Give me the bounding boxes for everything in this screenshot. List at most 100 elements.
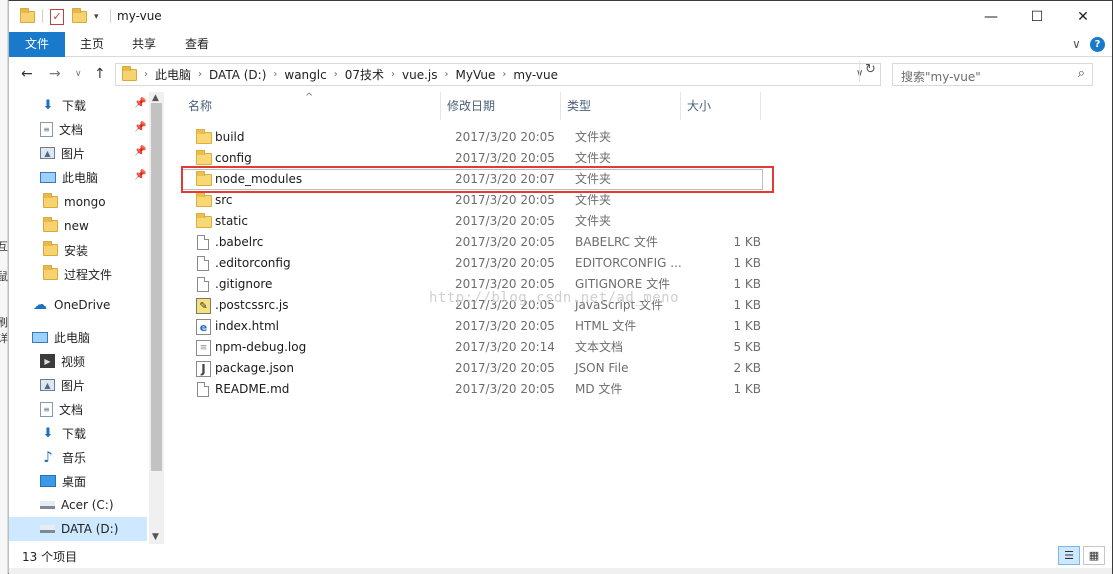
chevron-right-icon[interactable]: › bbox=[502, 69, 506, 80]
new-folder-icon[interactable] bbox=[72, 8, 87, 26]
scroll-up-icon[interactable]: ▲ bbox=[152, 93, 159, 103]
table-row[interactable]: J package.json 2017/3/20 20:05 JSON File… bbox=[182, 358, 767, 379]
file-size: 1 KB bbox=[733, 277, 761, 291]
nav-item-install[interactable]: 安装 bbox=[9, 238, 147, 262]
table-row[interactable]: .editorconfig 2017/3/20 20:05 EDITORCONF… bbox=[182, 253, 767, 274]
table-row[interactable]: static 2017/3/20 20:05 文件夹 bbox=[182, 211, 767, 232]
table-row[interactable]: e index.html 2017/3/20 20:05 HTML 文件 1 K… bbox=[182, 316, 767, 337]
pin-icon[interactable]: 📌 bbox=[134, 98, 146, 109]
nav-item-documents-pinned[interactable]: ≡ 文档 bbox=[9, 117, 147, 141]
pin-icon[interactable]: 📌 bbox=[134, 122, 146, 133]
nav-item-label: 音乐 bbox=[62, 450, 87, 465]
tab-view[interactable]: 查看 bbox=[180, 32, 214, 57]
scroll-down-icon[interactable]: ▼ bbox=[152, 532, 159, 542]
file-type: EDITORCONFIG ... bbox=[575, 256, 682, 270]
file-date: 2017/3/20 20:05 bbox=[455, 193, 555, 207]
tab-file[interactable]: 文件 bbox=[9, 32, 65, 57]
chevron-right-icon[interactable]: › bbox=[334, 69, 338, 80]
column-header-date[interactable]: 修改日期 bbox=[441, 92, 561, 120]
help-icon[interactable]: ? bbox=[1090, 37, 1105, 52]
chevron-right-icon[interactable]: › bbox=[198, 69, 202, 80]
nav-item-label: 过程文件 bbox=[64, 267, 113, 282]
nav-item-downloads-pinned[interactable]: ⬇ 下载 bbox=[9, 93, 147, 117]
file-type: 文件夹 bbox=[575, 214, 612, 228]
breadcrumb-item[interactable]: 此电脑 bbox=[155, 66, 191, 83]
column-header-type[interactable]: 类型 bbox=[561, 92, 681, 120]
forward-arrow-icon[interactable]: → bbox=[49, 66, 61, 82]
chevron-right-icon[interactable]: › bbox=[273, 69, 277, 80]
nav-item-mongo[interactable]: mongo bbox=[9, 190, 147, 214]
chevron-right-icon[interactable]: › bbox=[445, 69, 449, 80]
refresh-icon[interactable]: ↻ bbox=[859, 61, 881, 82]
nav-item-label: 视频 bbox=[61, 354, 86, 369]
table-row[interactable]: build 2017/3/20 20:05 文件夹 bbox=[182, 127, 767, 148]
nav-item-label: 此电脑 bbox=[54, 330, 91, 345]
search-input[interactable]: 搜索"my-vue" bbox=[901, 68, 981, 85]
address-bar[interactable]: › 此电脑 › DATA (D:) › wanglc › 07技术 › vue.… bbox=[115, 63, 881, 86]
file-date: 2017/3/20 20:05 bbox=[455, 235, 555, 249]
nav-item-desktop[interactable]: 桌面 bbox=[9, 469, 147, 493]
file-list: 名称 ^ 修改日期 类型 大小 build 2017/3/20 20:05 文件… bbox=[172, 92, 1112, 544]
nav-item-new[interactable]: new bbox=[9, 214, 147, 238]
nav-item-music[interactable]: ♪ 音乐 bbox=[9, 445, 147, 469]
file-type: MD 文件 bbox=[575, 382, 623, 396]
annotation-highlight-box bbox=[181, 166, 774, 193]
breadcrumb-item[interactable]: DATA (D:) bbox=[209, 68, 266, 82]
file-type: JSON File bbox=[575, 361, 629, 375]
search-icon[interactable]: ⌕ bbox=[1078, 66, 1085, 81]
nav-item-pictures-pinned[interactable]: ▲ 图片 bbox=[9, 141, 147, 165]
picture-icon: ▲ bbox=[40, 147, 55, 159]
breadcrumb-item[interactable]: vue.js bbox=[402, 68, 438, 82]
table-row[interactable]: .babelrc 2017/3/20 20:05 BABELRC 文件 1 KB bbox=[182, 232, 767, 253]
table-row[interactable]: README.md 2017/3/20 20:05 MD 文件 1 KB bbox=[182, 379, 767, 400]
nav-item-process-files[interactable]: 过程文件 bbox=[9, 262, 147, 286]
up-arrow-icon[interactable]: ↑ bbox=[94, 66, 106, 82]
breadcrumb-item[interactable]: 07技术 bbox=[345, 66, 384, 83]
large-icons-view-icon[interactable]: ▦ bbox=[1083, 546, 1105, 565]
file-size: 1 KB bbox=[733, 256, 761, 270]
nav-item-downloads[interactable]: ⬇ 下载 bbox=[9, 421, 147, 445]
nav-scrollbar-thumb[interactable] bbox=[151, 103, 162, 471]
pin-icon[interactable]: 📌 bbox=[134, 170, 146, 181]
file-type: 文件夹 bbox=[575, 193, 612, 207]
tab-share[interactable]: 共享 bbox=[127, 32, 161, 57]
recent-locations-icon[interactable]: ∨ bbox=[75, 69, 82, 79]
breadcrumb-item[interactable]: MyVue bbox=[456, 68, 496, 82]
folder-icon bbox=[42, 217, 58, 233]
nav-item-drive-c[interactable]: Acer (C:) bbox=[9, 493, 147, 517]
pin-icon[interactable]: 📌 bbox=[134, 146, 146, 157]
table-row[interactable]: ≡ npm-debug.log 2017/3/20 20:14 文本文档 5 K… bbox=[182, 337, 767, 358]
nav-item-drive-d[interactable]: DATA (D:) bbox=[9, 517, 147, 541]
maximize-button[interactable]: ☐ bbox=[1014, 1, 1060, 32]
back-arrow-icon[interactable]: ← bbox=[21, 66, 33, 82]
file-date: 2017/3/20 20:05 bbox=[455, 256, 555, 270]
ribbon-expand-icon[interactable]: ∨ bbox=[1072, 37, 1081, 51]
breadcrumb-item[interactable]: my-vue bbox=[513, 68, 558, 82]
nav-item-onedrive[interactable]: ☁ OneDrive bbox=[9, 293, 147, 317]
tab-home[interactable]: 主页 bbox=[75, 32, 109, 57]
chevron-right-icon[interactable]: › bbox=[144, 69, 148, 80]
nav-item-this-pc-pinned[interactable]: 此电脑 bbox=[9, 165, 147, 189]
details-view-icon[interactable]: ☰ bbox=[1058, 546, 1080, 565]
nav-item-pictures[interactable]: ▲ 图片 bbox=[9, 373, 147, 397]
file-size bbox=[684, 190, 761, 211]
close-button[interactable]: ✕ bbox=[1060, 1, 1106, 32]
nav-item-this-pc[interactable]: 此电脑 bbox=[9, 325, 147, 349]
file-explorer-window: ✓ ▾ my-vue — ☐ ✕ 文件 主页 共享 查看 ∨ ? ← → ∨ ↑… bbox=[8, 0, 1113, 574]
nav-item-videos[interactable]: ▶ 视频 bbox=[9, 349, 147, 373]
window-title: my-vue bbox=[117, 9, 162, 23]
chevron-right-icon[interactable]: › bbox=[391, 69, 395, 80]
column-header-size[interactable]: 大小 bbox=[681, 92, 761, 120]
nav-item-label: OneDrive bbox=[54, 298, 111, 312]
nav-item-documents[interactable]: ≡ 文档 bbox=[9, 397, 147, 421]
file-name: .babelrc bbox=[215, 235, 264, 249]
minimize-button[interactable]: — bbox=[968, 1, 1014, 32]
properties-icon[interactable]: ✓ bbox=[50, 8, 64, 26]
customize-quick-access-icon[interactable]: ▾ bbox=[94, 8, 99, 26]
search-box[interactable]: 搜索"my-vue" ⌕ bbox=[892, 63, 1093, 86]
sort-ascending-icon: ^ bbox=[305, 92, 314, 103]
file-date: 2017/3/20 20:05 bbox=[455, 319, 555, 333]
nav-item-label: 文档 bbox=[59, 122, 84, 137]
table-row[interactable]: src 2017/3/20 20:05 文件夹 bbox=[182, 190, 767, 211]
breadcrumb-item[interactable]: wanglc bbox=[284, 68, 326, 82]
